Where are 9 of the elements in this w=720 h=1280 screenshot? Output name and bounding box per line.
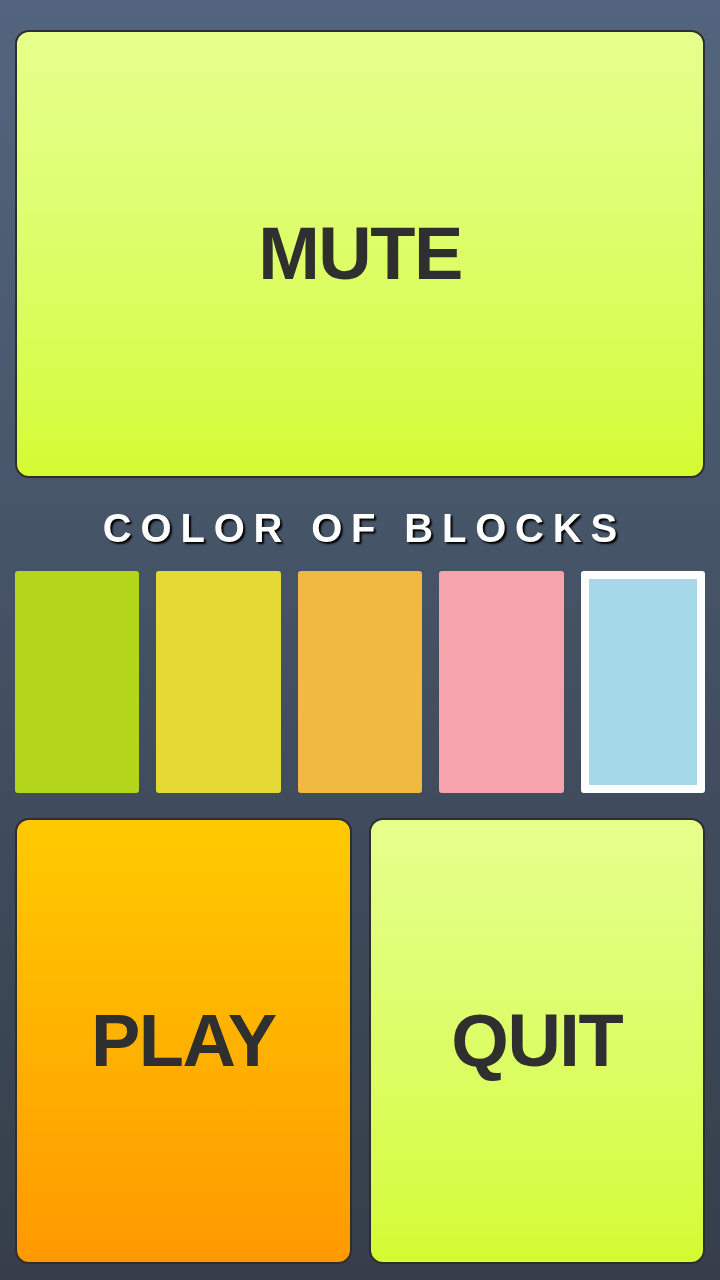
color-swatch[interactable] [15, 571, 140, 793]
color-swatch[interactable] [156, 571, 281, 793]
mute-button[interactable]: MUTE [15, 30, 705, 478]
color-swatch[interactable] [439, 571, 564, 793]
color-swatch[interactable] [297, 571, 423, 793]
play-button[interactable]: PLAY [15, 818, 352, 1264]
quit-button[interactable]: QUIT [368, 818, 705, 1264]
section-heading: COLOR OF BLOCKS [101, 506, 627, 550]
color-swatch[interactable] [580, 571, 705, 793]
